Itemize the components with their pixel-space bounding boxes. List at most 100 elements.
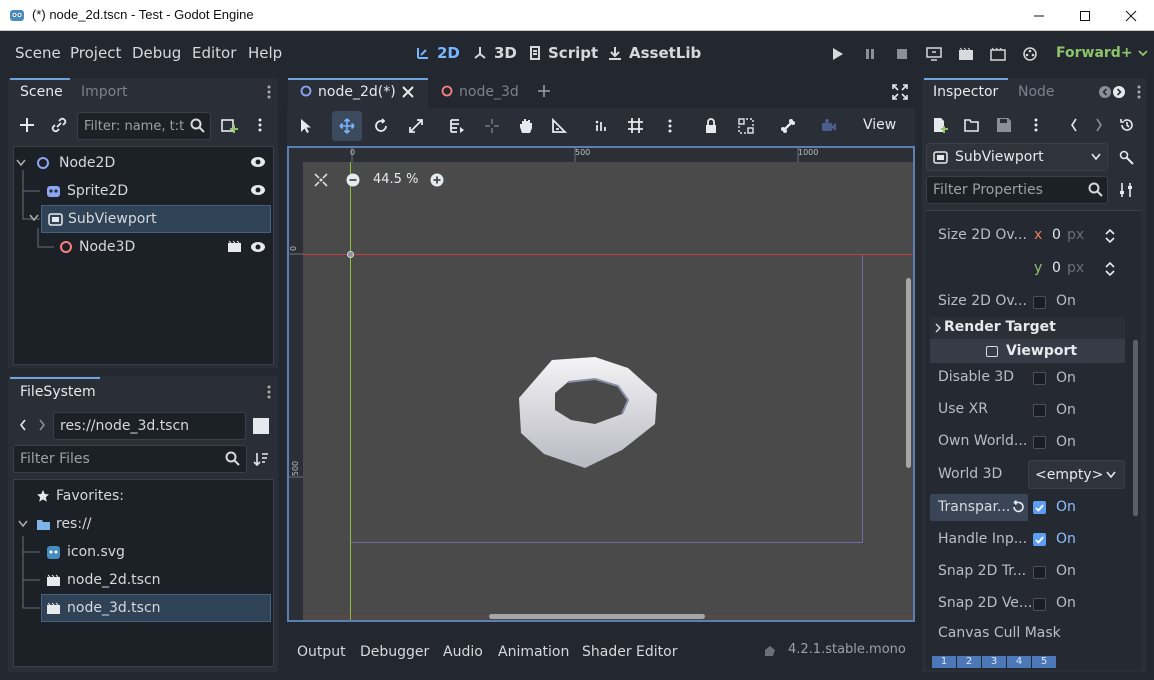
collapse-arrow-icon[interactable] bbox=[16, 159, 26, 167]
new-resource-icon[interactable] bbox=[932, 117, 948, 133]
snap-2d-vertices-checkbox[interactable] bbox=[1033, 598, 1046, 611]
dock-menu-icon[interactable] bbox=[1136, 84, 1142, 100]
size-x-value[interactable]: 0 bbox=[1052, 227, 1061, 243]
remote-debug-icon[interactable] bbox=[923, 43, 945, 65]
add-node-icon[interactable] bbox=[19, 117, 35, 133]
link-icon[interactable] bbox=[51, 117, 67, 133]
revert-icon[interactable] bbox=[1011, 500, 1025, 514]
open-scene-clapper-icon[interactable] bbox=[227, 240, 242, 253]
menu-scene[interactable]: Scene bbox=[15, 44, 61, 62]
workspace-3d-button[interactable]: 3D bbox=[472, 44, 517, 62]
bottom-tab-output[interactable]: Output bbox=[297, 644, 346, 660]
res-folder-item[interactable]: res:// bbox=[18, 510, 218, 538]
add-tab-icon[interactable] bbox=[537, 84, 551, 98]
bottom-tab-debugger[interactable]: Debugger bbox=[360, 644, 429, 660]
bone-icon[interactable] bbox=[780, 118, 796, 134]
grid-snap-icon[interactable] bbox=[627, 117, 644, 134]
dock-menu-icon[interactable] bbox=[266, 84, 272, 100]
menu-editor[interactable]: Editor bbox=[192, 44, 236, 62]
tree-node-subviewport[interactable]: SubViewport bbox=[29, 205, 271, 233]
tab-import[interactable]: Import bbox=[81, 84, 127, 100]
prev-dock-icon[interactable] bbox=[1098, 85, 1126, 99]
maximize-button[interactable] bbox=[1062, 0, 1108, 31]
pan-tool-icon[interactable] bbox=[518, 118, 534, 134]
visibility-eye-icon[interactable] bbox=[250, 241, 266, 253]
node-settings-icon[interactable] bbox=[1118, 149, 1134, 165]
smart-snap-icon[interactable] bbox=[594, 118, 610, 134]
use-xr-checkbox[interactable] bbox=[1033, 404, 1046, 417]
disable-3d-checkbox[interactable] bbox=[1033, 372, 1046, 385]
zoom-in-icon[interactable] bbox=[430, 173, 444, 187]
snap-2d-transforms-checkbox[interactable] bbox=[1033, 566, 1046, 579]
list-select-icon[interactable] bbox=[449, 118, 465, 134]
bottom-tab-audio[interactable]: Audio bbox=[443, 644, 483, 660]
view-menu[interactable]: View bbox=[863, 117, 896, 133]
cull-bit-5[interactable]: 5 bbox=[1032, 656, 1056, 668]
object-selector[interactable]: SubViewport bbox=[926, 143, 1108, 171]
rotate-tool-icon[interactable] bbox=[373, 118, 389, 134]
property-filter-options-icon[interactable] bbox=[1118, 182, 1134, 198]
renderer-selector[interactable]: Forward+ bbox=[1056, 45, 1148, 61]
cull-bit-2[interactable]: 2 bbox=[957, 656, 981, 668]
workspace-script-button[interactable]: Script bbox=[528, 44, 598, 62]
menu-help[interactable]: Help bbox=[248, 44, 282, 62]
history-forward-icon[interactable] bbox=[1095, 118, 1103, 132]
tree-node-sprite2d[interactable]: Sprite2D bbox=[44, 177, 269, 205]
workspace-2d-button[interactable]: 2D bbox=[415, 44, 460, 62]
back-chevron-icon[interactable] bbox=[19, 419, 27, 431]
instance-scene-icon[interactable] bbox=[221, 117, 238, 134]
transparent-bg-checkbox[interactable] bbox=[1033, 501, 1046, 514]
zoom-out-icon[interactable] bbox=[346, 173, 360, 187]
spin-arrows-icon[interactable] bbox=[1104, 228, 1116, 244]
menu-debug[interactable]: Debug bbox=[132, 44, 181, 62]
file-item-node3d-tscn[interactable]: node_3d.tscn bbox=[41, 594, 271, 622]
filter-files-input[interactable]: Filter Files bbox=[13, 445, 247, 473]
spin-arrows-icon[interactable] bbox=[1104, 261, 1116, 277]
distraction-free-icon[interactable] bbox=[892, 84, 908, 100]
play-scene-icon[interactable] bbox=[955, 43, 977, 65]
canvas-viewport[interactable]: 0 500 1000 0 500 44.5 % bbox=[287, 146, 915, 622]
filter-properties-input[interactable]: Filter Properties bbox=[926, 176, 1108, 204]
tree-node-node2d[interactable]: Node2D bbox=[16, 149, 271, 177]
collapse-arrow-icon[interactable] bbox=[18, 520, 28, 528]
cull-bit-1[interactable]: 1 bbox=[932, 656, 956, 668]
visibility-eye-icon[interactable] bbox=[250, 156, 266, 168]
select-tool-icon[interactable] bbox=[299, 118, 313, 134]
tab-scene[interactable]: Scene bbox=[20, 84, 63, 100]
sort-icon[interactable] bbox=[253, 451, 269, 467]
history-icon[interactable] bbox=[1119, 117, 1135, 133]
tab-filesystem[interactable]: FileSystem bbox=[20, 384, 96, 400]
minimize-button[interactable] bbox=[1016, 0, 1062, 31]
tab-node[interactable]: Node bbox=[1018, 84, 1055, 100]
collapse-arrow-icon[interactable] bbox=[29, 214, 39, 222]
file-item-node2d-tscn[interactable]: node_2d.tscn bbox=[44, 566, 244, 594]
forward-chevron-icon[interactable] bbox=[38, 419, 46, 431]
snap-options-menu-icon[interactable] bbox=[667, 118, 673, 134]
tab-inspector[interactable]: Inspector bbox=[933, 84, 998, 100]
menu-project[interactable]: Project bbox=[70, 44, 121, 62]
size-y-value[interactable]: 0 bbox=[1052, 260, 1061, 276]
pivot-tool-icon[interactable] bbox=[484, 118, 500, 134]
save-icon[interactable] bbox=[996, 117, 1012, 133]
inspector-menu-icon[interactable] bbox=[1033, 117, 1039, 133]
close-window-button[interactable] bbox=[1108, 0, 1154, 31]
ruler-tool-icon[interactable] bbox=[551, 118, 567, 134]
pause-icon[interactable] bbox=[859, 43, 881, 65]
bottom-tab-shader-editor[interactable]: Shader Editor bbox=[582, 644, 677, 660]
play-custom-scene-icon[interactable] bbox=[987, 43, 1009, 65]
workspace-assetlib-button[interactable]: AssetLib bbox=[607, 44, 701, 62]
movie-maker-icon[interactable] bbox=[1019, 43, 1041, 65]
cull-bit-3[interactable]: 3 bbox=[982, 656, 1006, 668]
history-back-icon[interactable] bbox=[1070, 118, 1078, 132]
center-view-icon[interactable] bbox=[314, 173, 328, 187]
close-tab-icon[interactable] bbox=[402, 86, 414, 98]
own-world-checkbox[interactable] bbox=[1033, 436, 1046, 449]
size-stretch-checkbox[interactable] bbox=[1033, 296, 1046, 309]
open-folder-icon[interactable] bbox=[964, 118, 980, 132]
inspector-scrollbar[interactable] bbox=[1133, 340, 1138, 516]
camera-override-icon[interactable] bbox=[821, 118, 837, 134]
visibility-eye-icon[interactable] bbox=[250, 184, 266, 196]
cull-bit-4[interactable]: 4 bbox=[1007, 656, 1031, 668]
filesystem-path-input[interactable]: res://node_3d.tscn bbox=[53, 412, 246, 440]
stop-icon[interactable] bbox=[891, 43, 913, 65]
